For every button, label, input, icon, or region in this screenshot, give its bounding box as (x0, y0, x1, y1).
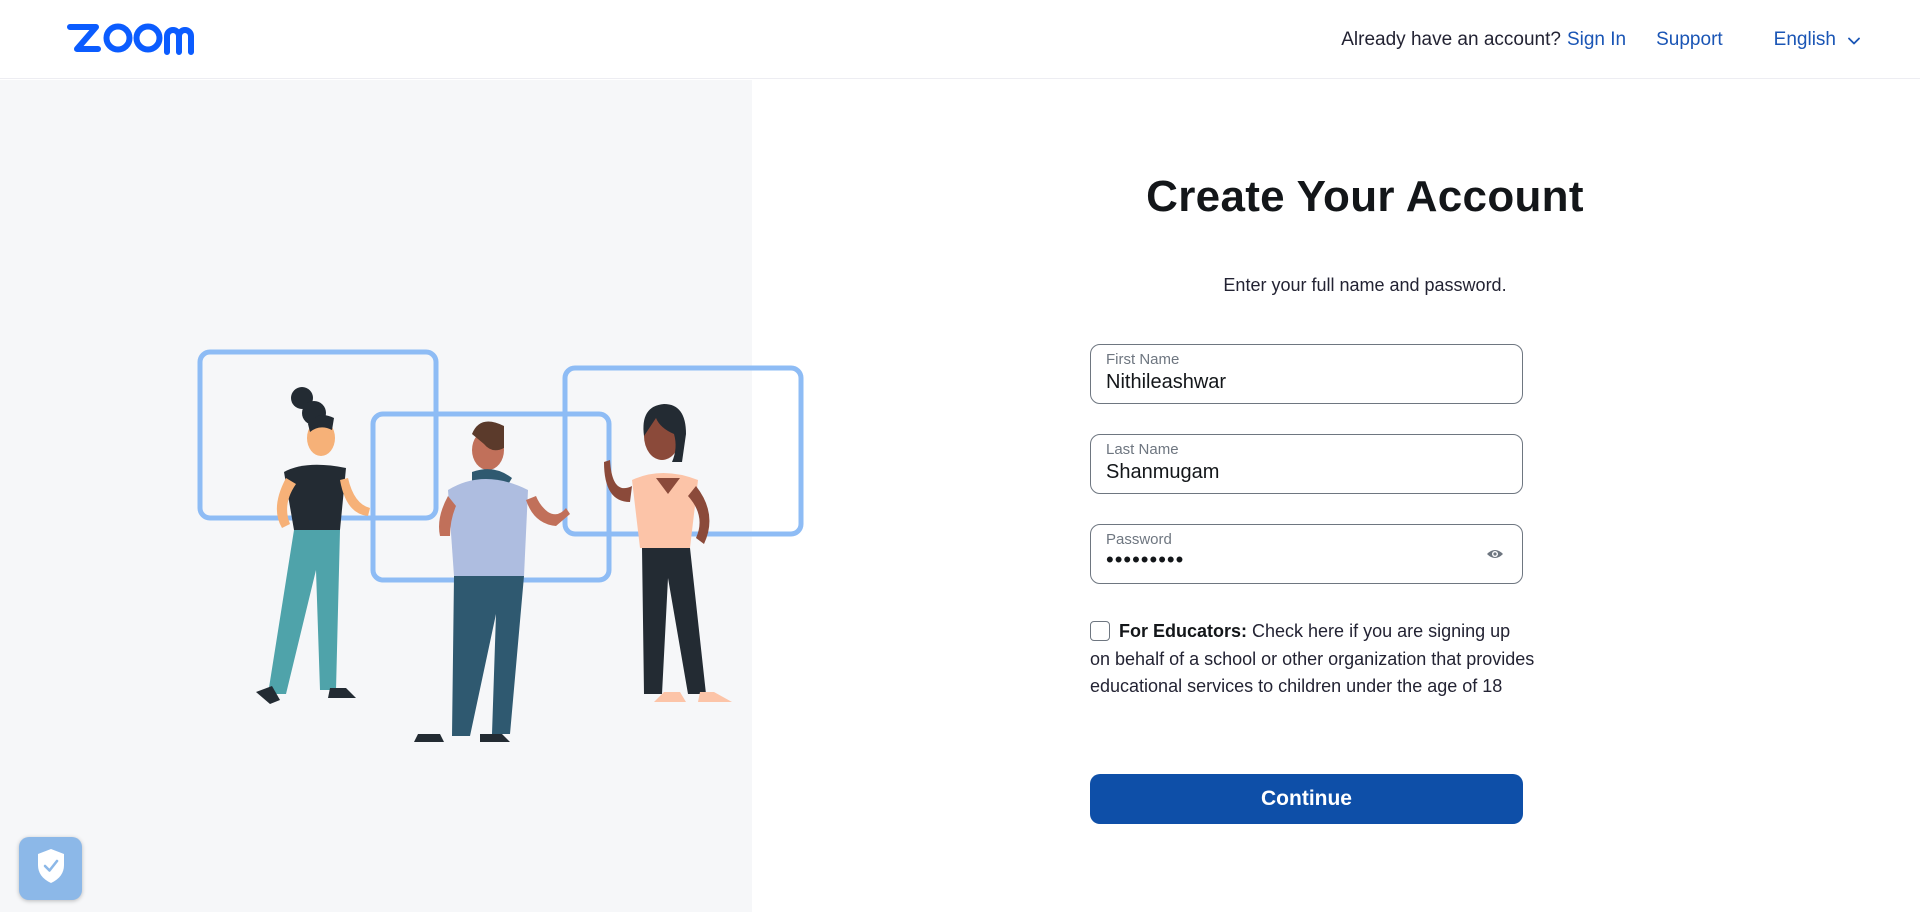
educators-option: For Educators: Check here if you are sig… (1090, 618, 1535, 701)
last-name-label: Last Name (1106, 441, 1179, 458)
educators-bold-label: For Educators: (1119, 621, 1248, 641)
first-name-label: First Name (1106, 351, 1180, 368)
chevron-down-icon (1848, 29, 1860, 51)
language-selector[interactable]: English (1774, 29, 1860, 51)
eye-icon[interactable] (1486, 547, 1504, 565)
password-input[interactable]: ••••••••• (1106, 547, 1184, 573)
language-label: English (1773, 28, 1836, 50)
header-nav: Already have an account? Sign In Support… (1341, 0, 1860, 79)
password-label: Password (1106, 531, 1172, 548)
privacy-shield-widget[interactable] (19, 837, 82, 900)
illustration-panel (0, 80, 804, 912)
first-name-field[interactable]: First Name Nithileashwar (1090, 344, 1523, 404)
first-name-input[interactable]: Nithileashwar (1106, 371, 1226, 394)
zoom-logo[interactable]: zoom (66, 18, 206, 60)
page-title: Create Your Account (1146, 172, 1584, 221)
continue-button[interactable]: Continue (1090, 774, 1523, 824)
top-header: zoom Already have an account? Sign In Su… (0, 0, 1920, 79)
shield-check-icon (35, 847, 67, 890)
people-illustration (190, 340, 810, 825)
support-link[interactable]: Support (1656, 29, 1723, 51)
last-name-input[interactable]: Shanmugam (1106, 461, 1219, 484)
form-subtitle: Enter your full name and password. (1223, 275, 1507, 295)
password-field[interactable]: Password ••••••••• (1090, 524, 1523, 584)
account-question: Already have an account? (1341, 28, 1561, 50)
educators-checkbox[interactable] (1090, 621, 1110, 641)
last-name-field[interactable]: Last Name Shanmugam (1090, 434, 1523, 494)
sign-in-link[interactable]: Sign In (1567, 29, 1626, 51)
